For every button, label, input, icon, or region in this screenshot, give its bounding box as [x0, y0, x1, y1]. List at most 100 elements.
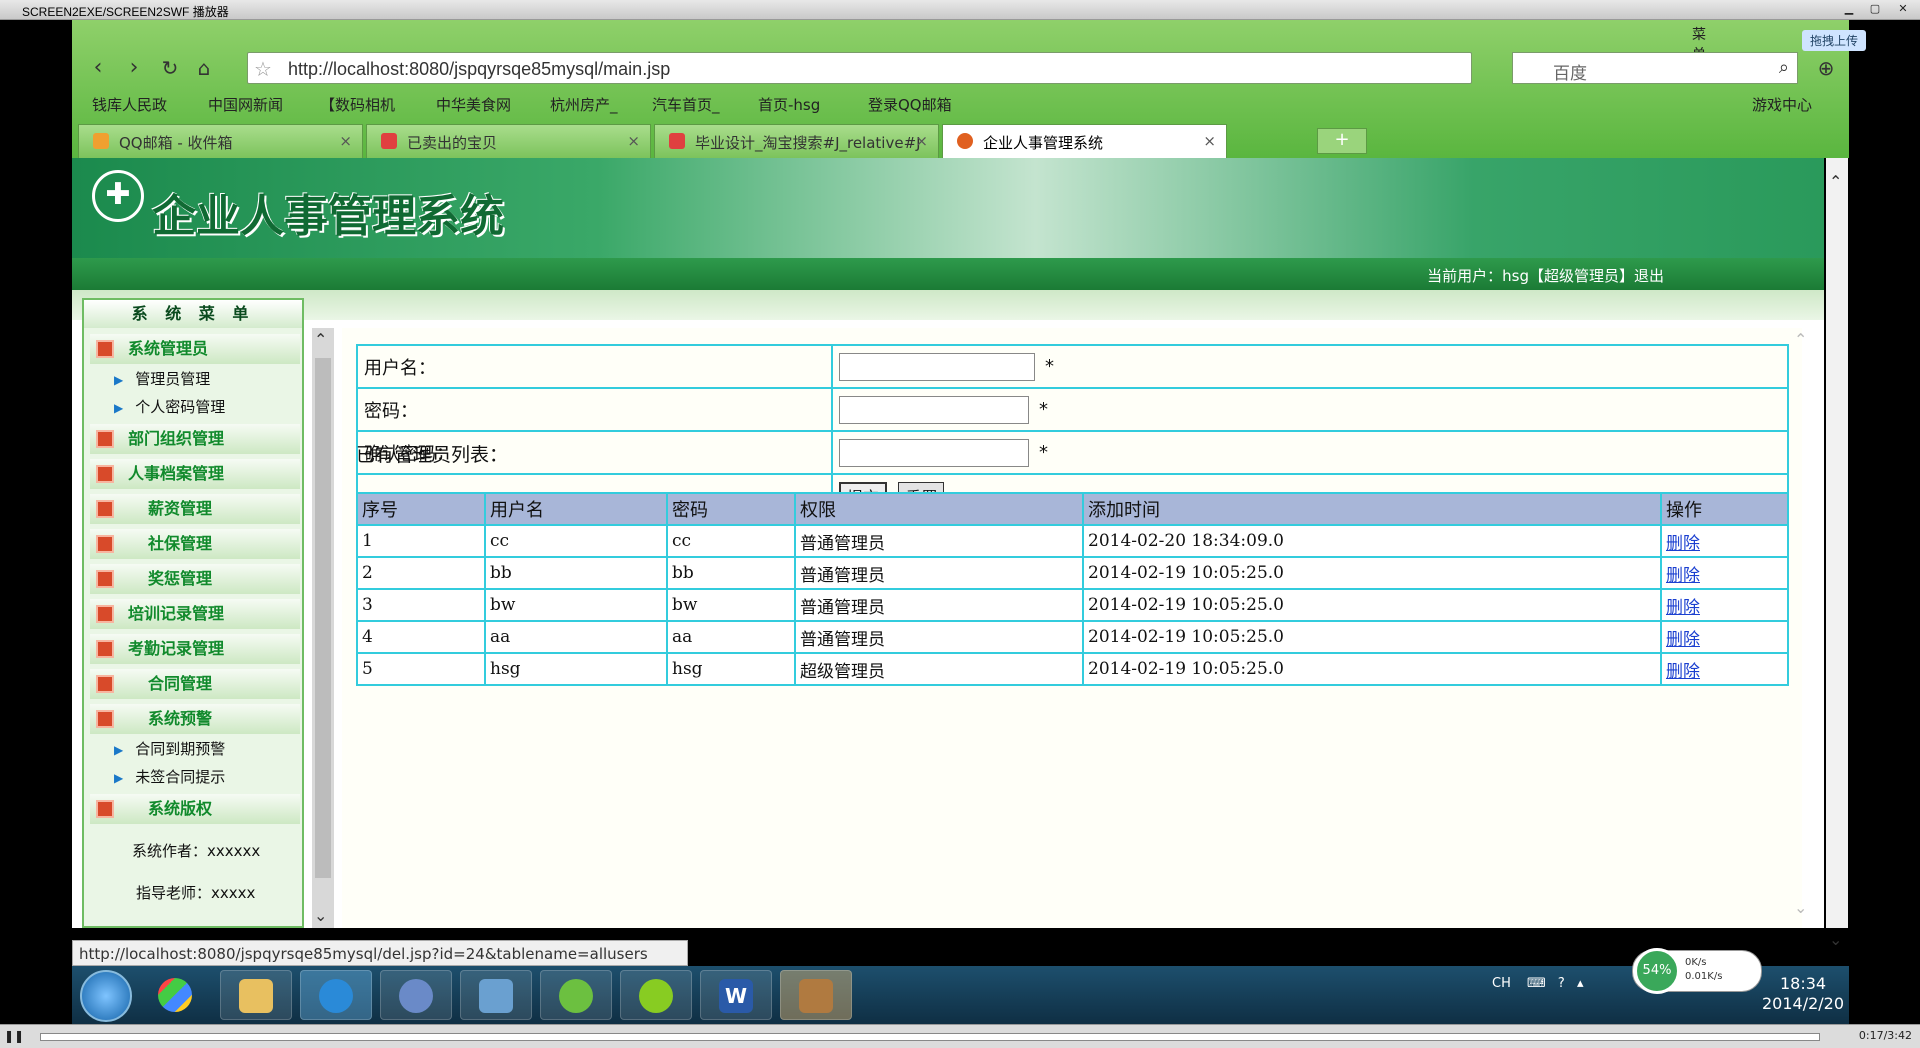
taskbar-app[interactable]: W — [700, 970, 772, 1020]
scroll-down-icon[interactable]: ⌄ — [314, 906, 327, 925]
player-seekbar[interactable] — [40, 1033, 1820, 1041]
delete-link[interactable]: 删除 — [1666, 630, 1700, 650]
current-user-info[interactable]: 当前用户：hsg【超级管理员】退出 — [1427, 265, 1664, 286]
menu-contract[interactable]: 合同管理 — [90, 669, 300, 699]
sidebar-scrollbar[interactable]: ⌃ ⌄ — [312, 328, 334, 928]
bookmark-item[interactable]: 中国网新闻 — [208, 94, 283, 115]
username-input[interactable] — [839, 352, 1035, 381]
browser-status-bar: http://localhost:8080/jspqyrsqe85mysql/d… — [72, 940, 688, 966]
scroll-up-icon[interactable]: ⌃ — [1829, 172, 1842, 191]
cell-username: bb — [484, 556, 668, 590]
bookmark-star-icon[interactable]: ☆ — [254, 57, 272, 81]
new-tab-button[interactable]: + — [1317, 128, 1367, 154]
delete-link[interactable]: 删除 — [1666, 566, 1700, 586]
delete-link[interactable]: 删除 — [1666, 662, 1700, 682]
help-icon[interactable]: ? — [1558, 976, 1565, 991]
taskbar-app[interactable] — [300, 970, 372, 1020]
download-icon[interactable]: ⊕ — [1812, 54, 1840, 82]
column-header: 序号 — [356, 492, 486, 526]
back-icon[interactable]: ‹ — [84, 54, 112, 82]
refresh-icon[interactable]: ↻ — [156, 54, 184, 82]
bookmark-item[interactable]: 汽车首页_ — [652, 94, 720, 115]
table-row: 3 bw bw 普通管理员 2014-02-19 10:05:25.0 删除 — [356, 588, 1789, 622]
tab-sold-items[interactable]: 已卖出的宝贝 × — [366, 124, 651, 158]
tray-expand-icon[interactable]: ▴ — [1577, 976, 1584, 991]
tab-qq-mail[interactable]: QQ邮箱 - 收件箱 × — [78, 124, 363, 158]
tab-label: 毕业设计_淘宝搜索#J_relative#J — [695, 134, 921, 152]
menu-system-warning[interactable]: 系统预警 — [90, 704, 300, 734]
close-icon[interactable]: ✕ — [1890, 2, 1916, 17]
tab-graduation[interactable]: 毕业设计_淘宝搜索#J_relative#J × — [654, 124, 939, 158]
forward-icon[interactable]: › — [120, 54, 148, 82]
scrollbar-thumb[interactable] — [315, 358, 331, 878]
menu-department[interactable]: 部门组织管理 — [90, 424, 300, 454]
column-header: 密码 — [666, 492, 796, 526]
menu-personnel-files[interactable]: 人事档案管理 — [90, 459, 300, 489]
language-indicator[interactable]: CH — [1492, 976, 1511, 991]
keyboard-icon[interactable]: ⌨ — [1527, 976, 1546, 991]
table-header-row: 序号 用户名 密码 权限 添加时间 操作 — [356, 492, 1789, 526]
bookmark-item[interactable]: 中华美食网 — [436, 94, 511, 115]
tab-close-icon[interactable]: × — [1203, 132, 1216, 150]
search-box[interactable]: 百度 ⌕ — [1512, 52, 1798, 84]
tab-hr-system[interactable]: 企业人事管理系统 × — [942, 124, 1227, 158]
cell-role: 超级管理员 — [794, 652, 1084, 686]
taskbar-app[interactable] — [140, 970, 212, 1020]
net-percent[interactable]: 54% — [1634, 948, 1680, 994]
tab-label: QQ邮箱 - 收件箱 — [119, 134, 233, 152]
bookmark-item[interactable]: 游戏中心 — [1752, 94, 1812, 115]
menu-social-insurance[interactable]: 社保管理 — [90, 529, 300, 559]
taskbar-app[interactable] — [780, 970, 852, 1020]
address-bar[interactable]: ☆ http://localhost:8080/jspqyrsqe85mysql… — [247, 52, 1472, 84]
scroll-up-icon[interactable]: ⌃ — [1794, 330, 1807, 349]
delete-link[interactable]: 删除 — [1666, 598, 1700, 618]
tab-close-icon[interactable]: × — [339, 132, 352, 150]
menu-attendance[interactable]: 考勤记录管理 — [90, 634, 300, 664]
password-input[interactable] — [839, 395, 1029, 424]
bookmark-item[interactable]: 【数码相机 — [320, 94, 395, 115]
bookmark-item[interactable]: 杭州房产_ — [550, 94, 618, 115]
taskbar: W 0K/s 0.01K/s 54% CH ⌨ ? ▴ 18:34 2014/2… — [72, 948, 1849, 1024]
submenu-unsigned-contract[interactable]: ▶ 未签合同提示 — [114, 766, 225, 787]
content-scrollbar[interactable]: ⌃ ⌄ — [1792, 328, 1812, 928]
menu-training[interactable]: 培训记录管理 — [90, 599, 300, 629]
taskbar-app[interactable] — [620, 970, 692, 1020]
menu-salary[interactable]: 薪资管理 — [90, 494, 300, 524]
taskbar-app[interactable] — [460, 970, 532, 1020]
pause-icon[interactable]: ❚❚ — [4, 1029, 24, 1043]
scroll-down-icon[interactable]: ⌄ — [1829, 930, 1842, 949]
bookmark-item[interactable]: 首页-hsg — [758, 94, 820, 115]
app-icon — [559, 979, 593, 1013]
cell-password: hsg — [666, 652, 796, 686]
delete-link[interactable]: 删除 — [1666, 534, 1700, 554]
submenu-contract-expiry[interactable]: ▶ 合同到期预警 — [114, 738, 225, 759]
submenu-password-manage[interactable]: ▶ 个人密码管理 — [114, 396, 225, 417]
column-header: 用户名 — [484, 492, 668, 526]
menu-rewards[interactable]: 奖惩管理 — [90, 564, 300, 594]
scroll-down-icon[interactable]: ⌄ — [1794, 898, 1807, 917]
menu-system-admin[interactable]: 系统管理员 — [90, 334, 300, 364]
tab-close-icon[interactable]: × — [627, 132, 640, 150]
start-button[interactable] — [80, 970, 132, 1022]
browser-chrome: 菜单 拖拽上传 ‹ › ↻ ⌂ ☆ http://localhost:8080/… — [72, 20, 1867, 158]
cell-role: 普通管理员 — [794, 524, 1084, 558]
required-mark: * — [1045, 355, 1054, 377]
maximize-icon[interactable]: ▢ — [1862, 2, 1888, 17]
taskbar-clock[interactable]: 18:34 2014/2/20 — [1762, 974, 1844, 1014]
tab-close-icon[interactable]: × — [915, 132, 928, 150]
confirm-password-input[interactable] — [839, 438, 1029, 467]
net-up: 0K/s — [1685, 957, 1707, 968]
search-icon[interactable]: ⌕ — [1779, 57, 1789, 78]
sidebar-title: 系 统 菜 单 — [84, 300, 302, 328]
bookmark-item[interactable]: 钱库人民政 — [92, 94, 167, 115]
taskbar-app[interactable] — [220, 970, 292, 1020]
minimize-icon[interactable]: ▁ — [1836, 2, 1862, 17]
page-scrollbar[interactable]: ⌃ ⌄ — [1826, 158, 1848, 949]
scroll-up-icon[interactable]: ⌃ — [314, 330, 327, 349]
taskbar-app[interactable] — [380, 970, 452, 1020]
menu-copyright[interactable]: 系统版权 — [90, 794, 300, 824]
home-icon[interactable]: ⌂ — [190, 54, 218, 82]
submenu-admin-manage[interactable]: ▶ 管理员管理 — [114, 368, 210, 389]
taskbar-app[interactable] — [540, 970, 612, 1020]
bookmark-item[interactable]: 登录QQ邮箱 — [868, 94, 952, 115]
